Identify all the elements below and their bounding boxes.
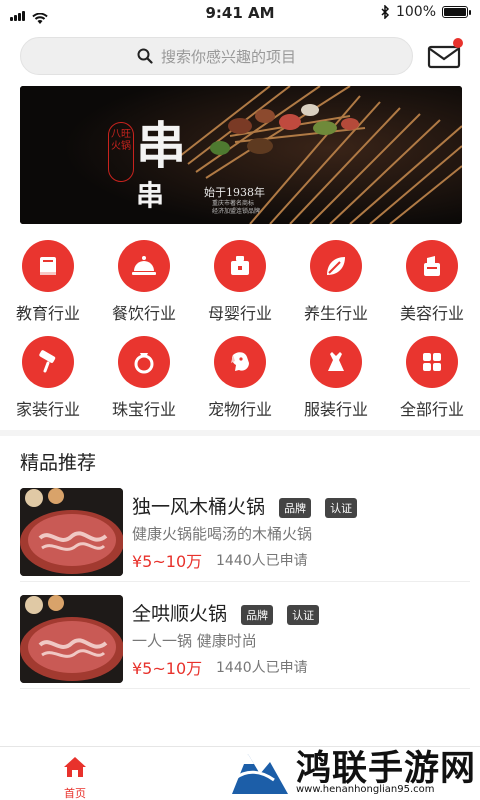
dog-icon bbox=[214, 336, 266, 388]
baby-icon bbox=[214, 240, 266, 292]
item-price: ¥5~10万 bbox=[132, 552, 203, 571]
item-title: 全哄顺火锅 bbox=[132, 603, 228, 625]
item-name: 独一风木桶火锅 品牌 认证 bbox=[132, 492, 358, 519]
category-education[interactable]: 教育行业 bbox=[0, 232, 96, 324]
cosmetics-icon bbox=[406, 240, 458, 292]
category-pets[interactable]: 宠物行业 bbox=[192, 328, 288, 420]
bluetooth-icon bbox=[381, 5, 390, 19]
watermark-logo bbox=[232, 754, 288, 794]
paint-roller-icon bbox=[22, 336, 74, 388]
item-thumbnail bbox=[20, 488, 123, 576]
category-label: 珠宝行业 bbox=[111, 400, 176, 419]
category-label: 服装行业 bbox=[303, 400, 368, 419]
brand-seal: 八旺火锅 bbox=[108, 122, 134, 182]
item-description: 健康火锅能喝汤的木桶火锅 bbox=[132, 525, 313, 543]
list-item[interactable]: 全哄顺火锅 品牌 认证 一人一锅 健康时尚 ¥5~10万 1440人已申请 bbox=[20, 595, 470, 689]
grid-icon bbox=[406, 336, 458, 388]
banner-note-2: 经济加盟连锁品牌 bbox=[212, 208, 261, 215]
search-placeholder: 搜索你感兴趣的项目 bbox=[160, 47, 296, 66]
status-bar: 9:41 AM 100% bbox=[0, 0, 480, 28]
category-wellness[interactable]: 养生行业 bbox=[288, 232, 384, 324]
tab-home-label: 首页 bbox=[64, 787, 86, 800]
item-title: 独一风木桶火锅 bbox=[132, 496, 266, 518]
leaf-icon bbox=[310, 240, 362, 292]
certified-badge: 认证 bbox=[325, 497, 358, 518]
battery-icon bbox=[442, 6, 471, 18]
category-label: 养生行业 bbox=[303, 304, 368, 323]
search-icon bbox=[137, 48, 153, 64]
ring-icon bbox=[118, 336, 170, 388]
item-applicants: 1440人已申请 bbox=[216, 553, 308, 569]
promo-banner[interactable]: 八旺火锅 串 串 始于1938年 重庆市著名商标 经济加盟连锁品牌 bbox=[20, 86, 462, 224]
section-title: 精品推荐 bbox=[20, 452, 97, 474]
category-maternity[interactable]: 母婴行业 bbox=[192, 232, 288, 324]
search-input[interactable]: 搜索你感兴趣的项目 bbox=[20, 37, 413, 75]
book-icon bbox=[22, 240, 74, 292]
category-beauty[interactable]: 美容行业 bbox=[384, 232, 480, 324]
brand-badge: 品牌 bbox=[241, 604, 274, 625]
category-jewelry[interactable]: 珠宝行业 bbox=[96, 328, 192, 420]
item-thumbnail bbox=[20, 595, 123, 683]
banner-title-2: 串 bbox=[136, 179, 165, 212]
banner-subtitle: 始于1938年 bbox=[204, 186, 265, 199]
notification-dot bbox=[453, 38, 463, 48]
dish-cover-icon bbox=[118, 240, 170, 292]
category-label: 全部行业 bbox=[399, 400, 464, 419]
category-home-decor[interactable]: 家装行业 bbox=[0, 328, 96, 420]
category-label: 家装行业 bbox=[15, 400, 80, 419]
banner-notes: 重庆市著名商标 经济加盟连锁品牌 bbox=[212, 200, 260, 216]
category-label: 宠物行业 bbox=[207, 400, 272, 419]
dress-icon bbox=[310, 336, 362, 388]
item-description: 一人一锅 健康时尚 bbox=[132, 632, 257, 650]
category-catering[interactable]: 餐饮行业 bbox=[96, 232, 192, 324]
watermark: 鸿联手游网 www.henanhonglian95.com bbox=[226, 740, 480, 800]
category-label: 母婴行业 bbox=[207, 304, 272, 323]
banner-note-1: 重庆市著名商标 bbox=[212, 200, 255, 207]
category-all[interactable]: 全部行业 bbox=[384, 328, 480, 420]
battery-percent: 100% bbox=[395, 4, 436, 20]
item-name: 全哄顺火锅 品牌 认证 bbox=[132, 599, 320, 626]
category-label: 餐饮行业 bbox=[111, 304, 176, 323]
brand-badge: 品牌 bbox=[279, 497, 312, 518]
category-label: 美容行业 bbox=[399, 304, 464, 323]
item-applicants: 1440人已申请 bbox=[216, 660, 308, 676]
tab-home[interactable]: 首页 bbox=[55, 755, 95, 800]
category-apparel[interactable]: 服装行业 bbox=[288, 328, 384, 420]
list-item[interactable]: 独一风木桶火锅 品牌 认证 健康火锅能喝汤的木桶火锅 ¥5~10万 1440人已… bbox=[20, 488, 470, 582]
certified-badge: 认证 bbox=[287, 604, 320, 625]
mail-button[interactable] bbox=[427, 38, 463, 71]
search-row: 搜索你感兴趣的项目 bbox=[20, 37, 465, 77]
banner-title-1: 串 bbox=[136, 116, 186, 175]
home-icon bbox=[64, 757, 86, 777]
category-label: 教育行业 bbox=[15, 304, 80, 323]
battery-fill bbox=[444, 8, 466, 16]
item-price: ¥5~10万 bbox=[132, 659, 203, 678]
section-divider bbox=[0, 430, 480, 436]
watermark-url: www.henanhonglian95.com bbox=[296, 784, 435, 795]
